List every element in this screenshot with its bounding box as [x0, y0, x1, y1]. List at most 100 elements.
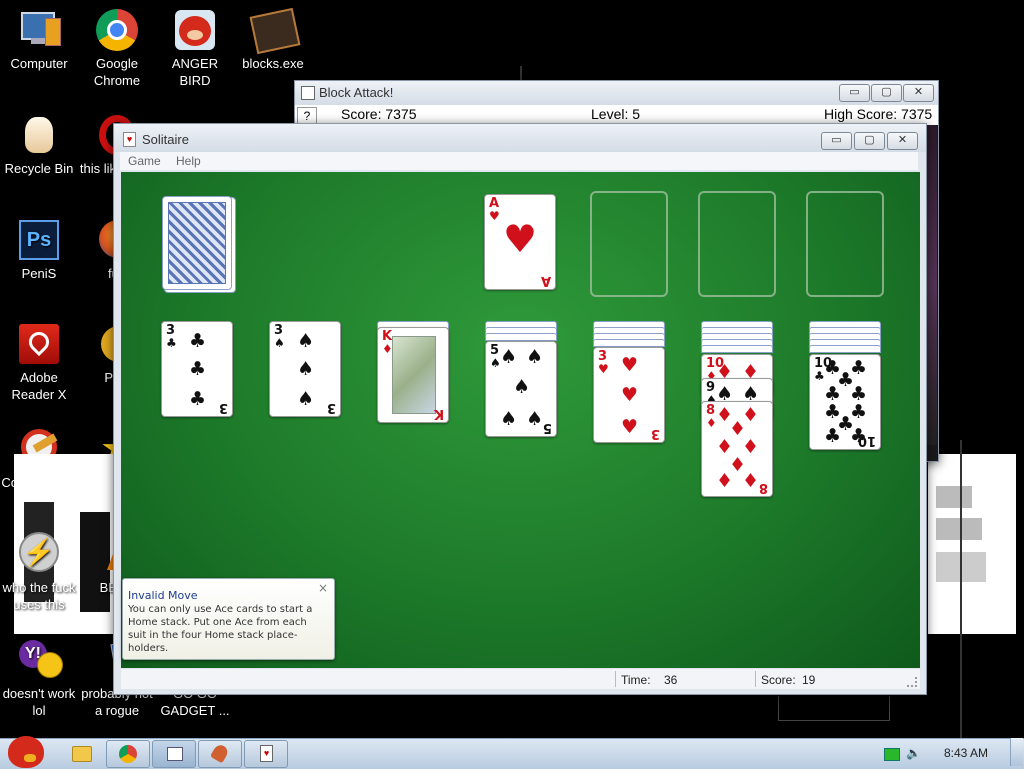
background-line [778, 696, 890, 721]
foundation-slot[interactable] [590, 191, 668, 297]
chrome-icon [95, 8, 139, 52]
window-icon [167, 747, 183, 761]
network-icon[interactable] [884, 748, 900, 761]
solitaire-app-icon: ♥ [123, 132, 136, 147]
spade-icon: ♠ [513, 376, 531, 398]
spade-icon: ♠ [297, 388, 315, 410]
volume-icon[interactable]: 🔈 [906, 747, 921, 759]
club-icon: ♣ [189, 358, 207, 380]
tableau-card-8-diamonds[interactable]: 8 ♦ ♦ ♦ ♦ ♦ ♦ ♦ ♦ ♦ 8 [701, 401, 773, 497]
menu-game[interactable]: Game [128, 154, 161, 168]
angry-bird-icon [8, 736, 44, 768]
desktop-icon-chrome[interactable]: Google Chrome [77, 8, 157, 89]
club-icon: ♣ [189, 388, 207, 410]
taskbar-solitaire[interactable]: ♥ [244, 740, 288, 768]
background-line [960, 440, 962, 740]
background-window-fragment-right [928, 454, 1016, 634]
taskbar-app[interactable] [198, 740, 242, 768]
card-rank: 8 [758, 480, 768, 495]
tableau-card-10-clubs[interactable]: 10 ♣ ♣ ♣ ♣ ♣ ♣ ♣ ♣ ♣ ♣ ♣ 10 [809, 354, 881, 450]
spade-icon: ♠ [526, 408, 544, 430]
desktop-icon-anger-bird[interactable]: ANGER BIRD [155, 8, 235, 89]
block-attack-playfield[interactable] [927, 125, 937, 445]
card-rank: 3 [218, 400, 228, 415]
yahoo-messenger-icon: Y! [17, 638, 63, 682]
maximize-button[interactable]: ▢ [871, 84, 902, 102]
score-display: Score: 7375 [341, 106, 417, 122]
foundation-slot[interactable] [806, 191, 884, 297]
card-suit: ♣ [166, 336, 177, 350]
show-desktop-button[interactable] [1010, 738, 1023, 766]
heart-icon: ♥ [621, 354, 639, 376]
stock-pile[interactable] [161, 195, 236, 295]
solitaire-titlebar[interactable]: ♥ Solitaire ▭ ▢ ✕ [114, 124, 926, 152]
minimize-button[interactable]: ▭ [821, 132, 852, 150]
club-icon: ♣ [189, 330, 207, 352]
clock[interactable]: 8:43 AM [944, 746, 988, 760]
close-button[interactable]: ✕ [887, 132, 918, 150]
desktop-icon-computer[interactable]: Computer [0, 8, 79, 72]
tableau-card-3-clubs[interactable]: 3 ♣ ♣ ♣ ♣ 3 [161, 321, 233, 417]
winamp-icon: ⚡ [17, 532, 61, 576]
time-value: 36 [664, 673, 678, 687]
diamond-icon: ♦ [716, 470, 734, 492]
club-icon: ♣ [824, 425, 842, 447]
score-value: 19 [802, 673, 816, 687]
taskbar-chrome[interactable] [106, 740, 150, 768]
card-rank: A [540, 273, 551, 288]
level-display: Level: 5 [591, 106, 641, 122]
desktop-icon-yahoo[interactable]: Y! doesn't work lol [0, 638, 79, 719]
background-window-fragment-right-shade [936, 518, 982, 540]
menu-bar: Game Help [120, 152, 918, 170]
card-rank: 5 [542, 420, 552, 435]
foundation-card-ace-hearts[interactable]: A ♥ ♥ A [484, 194, 556, 290]
taskbar-block-attack[interactable] [152, 740, 196, 768]
desktop-icon-blocks[interactable]: blocks.exe [233, 7, 313, 72]
start-button[interactable] [4, 732, 48, 768]
foundation-slot[interactable] [698, 191, 776, 297]
maximize-button[interactable]: ▢ [854, 132, 885, 150]
card-rank: K [433, 406, 444, 421]
face-down-card [485, 333, 557, 341]
quick-launch-folder-icon[interactable] [72, 746, 92, 762]
card-back [162, 196, 232, 290]
card-suit: ♠ [274, 336, 285, 350]
desktop-icon-label: doesn't work lol [2, 686, 76, 718]
close-icon[interactable]: × [318, 581, 328, 595]
photoshop-icon: Ps [17, 218, 61, 262]
heart-icon: ♥ [503, 217, 538, 261]
spade-icon: ♠ [526, 346, 544, 368]
minimize-button[interactable]: ▭ [839, 84, 870, 102]
close-button[interactable]: ✕ [903, 84, 934, 102]
card-icon: ♥ [260, 745, 273, 762]
desktop-icon-label: who the fuck uses this [2, 580, 76, 612]
desktop-icon-photoshop[interactable]: Ps PeniS [0, 218, 79, 282]
block-attack-score-bar: ? Score: 7375 Level: 5 High Score: 7375 [295, 105, 938, 125]
heart-icon: ♥ [621, 416, 639, 438]
start-button-beak [24, 754, 36, 762]
tableau-card-3-spades[interactable]: 3 ♠ ♠ ♠ ♠ 3 [269, 321, 341, 417]
card-suit: ♥ [598, 362, 609, 376]
desktop-icon-winamp[interactable]: ⚡ who the fuck uses this [0, 532, 79, 613]
background-line [520, 66, 522, 80]
desktop-icon-recycle-bin[interactable]: Recycle Bin [0, 113, 79, 177]
solitaire-title: Solitaire [142, 132, 189, 147]
recycle-bin-icon [17, 113, 61, 157]
menu-help[interactable]: Help [176, 154, 201, 168]
tableau-card-king-diamonds[interactable]: K ♦ K [377, 327, 449, 423]
card-suit: ♥ [489, 209, 500, 223]
block-attack-titlebar[interactable]: Block Attack! ▭ ▢ ✕ [295, 81, 938, 105]
card-rank: 10 [857, 433, 876, 448]
invalid-move-notification: Invalid Move You can only use Ace cards … [122, 578, 335, 660]
desktop-icon-adobe-reader[interactable]: Adobe Reader X [0, 322, 79, 403]
computer-icon [17, 8, 61, 52]
chrome-icon [119, 745, 137, 763]
resize-grip[interactable] [907, 677, 917, 687]
tableau-card-3-hearts[interactable]: 3 ♥ ♥ ♥ ♥ 3 [593, 347, 665, 443]
background-window-fragment-right-shade [936, 486, 972, 508]
angry-bird-icon [173, 8, 217, 52]
high-score-display: High Score: 7375 [824, 106, 933, 122]
tableau-card-5-spades[interactable]: 5 ♠ ♠ ♠ ♠ ♠ ♠ 5 [485, 341, 557, 437]
face-down-card [701, 345, 773, 353]
spade-icon: ♠ [297, 358, 315, 380]
